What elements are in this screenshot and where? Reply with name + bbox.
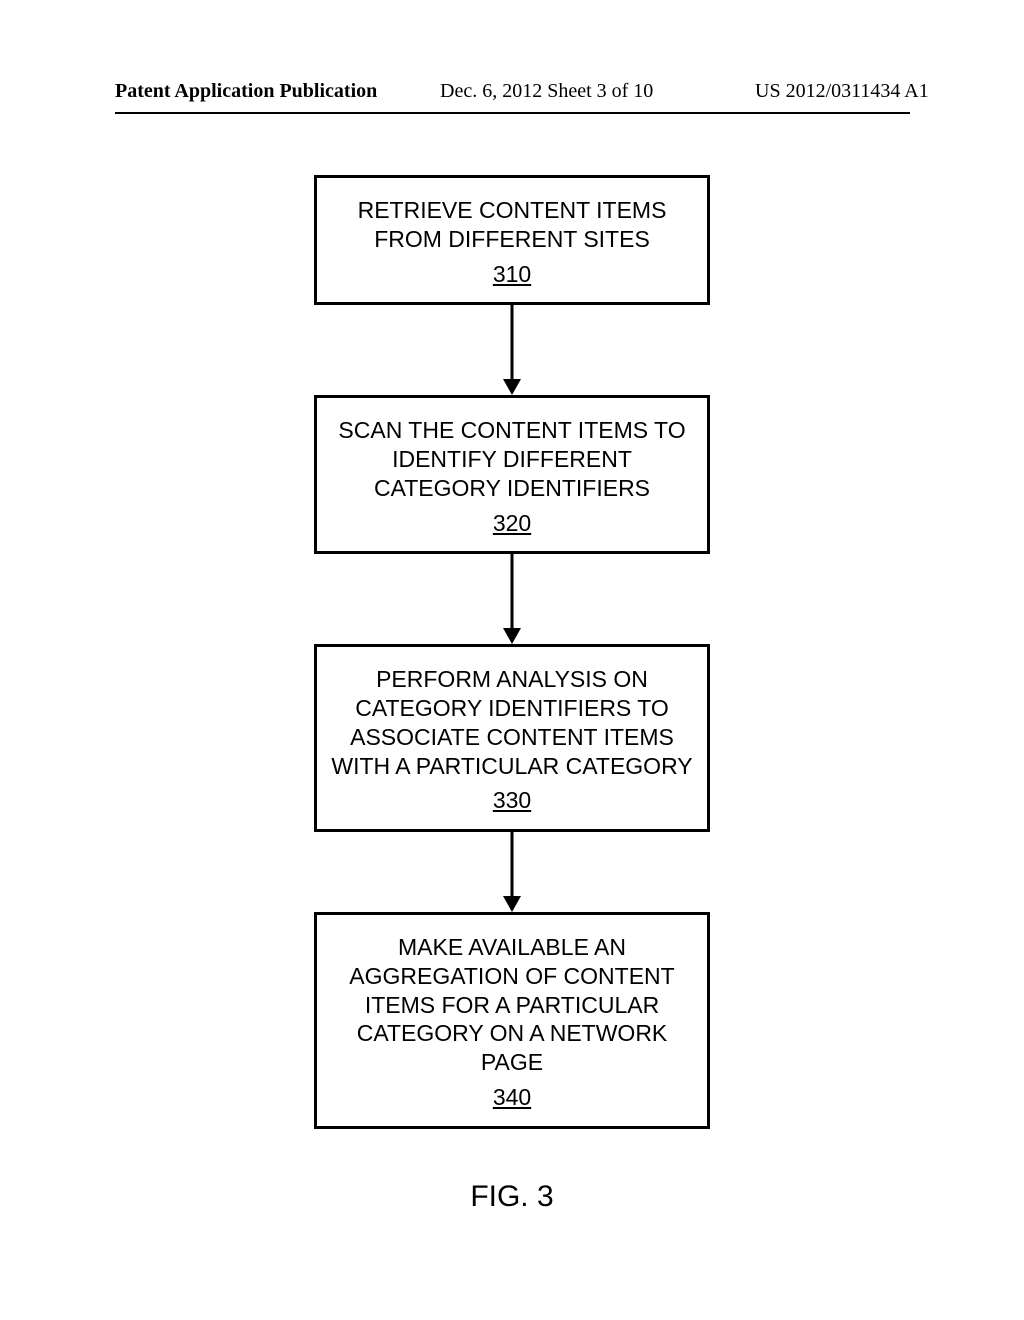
figure-label: FIG. 3 (0, 1180, 1024, 1214)
flow-box-text: RETRIEVE CONTENT ITEMS FROM DIFFERENT SI… (358, 197, 667, 252)
arrow-1 (300, 305, 724, 395)
flow-box-330: PERFORM ANALYSIS ON CATEGORY IDENTIFIERS… (314, 644, 710, 832)
arrow-down-icon (497, 832, 527, 912)
header-left: Patent Application Publication (115, 80, 377, 103)
flow-box-number: 310 (327, 260, 697, 289)
flow-box-number: 340 (327, 1083, 697, 1112)
flow-box-340: MAKE AVAILABLE AN AGGREGATION OF CONTENT… (314, 912, 710, 1129)
flow-box-310: RETRIEVE CONTENT ITEMS FROM DIFFERENT SI… (314, 175, 710, 305)
flow-box-320: SCAN THE CONTENT ITEMS TO IDENTIFY DIFFE… (314, 395, 710, 554)
arrow-down-icon (497, 305, 527, 395)
flow-box-text: MAKE AVAILABLE AN AGGREGATION OF CONTENT… (349, 934, 674, 1075)
flow-box-text: PERFORM ANALYSIS ON CATEGORY IDENTIFIERS… (331, 666, 692, 778)
flow-box-number: 330 (327, 786, 697, 815)
arrow-3 (300, 832, 724, 912)
flow-box-text: SCAN THE CONTENT ITEMS TO IDENTIFY DIFFE… (338, 417, 685, 501)
arrow-2 (300, 554, 724, 644)
header-mid: Dec. 6, 2012 Sheet 3 of 10 (440, 80, 653, 103)
header-rule (115, 112, 910, 114)
flow-box-number: 320 (327, 509, 697, 538)
header-right: US 2012/0311434 A1 (755, 80, 929, 103)
arrow-down-icon (497, 554, 527, 644)
page: Patent Application Publication Dec. 6, 2… (0, 0, 1024, 1320)
flowchart: RETRIEVE CONTENT ITEMS FROM DIFFERENT SI… (300, 175, 724, 1129)
